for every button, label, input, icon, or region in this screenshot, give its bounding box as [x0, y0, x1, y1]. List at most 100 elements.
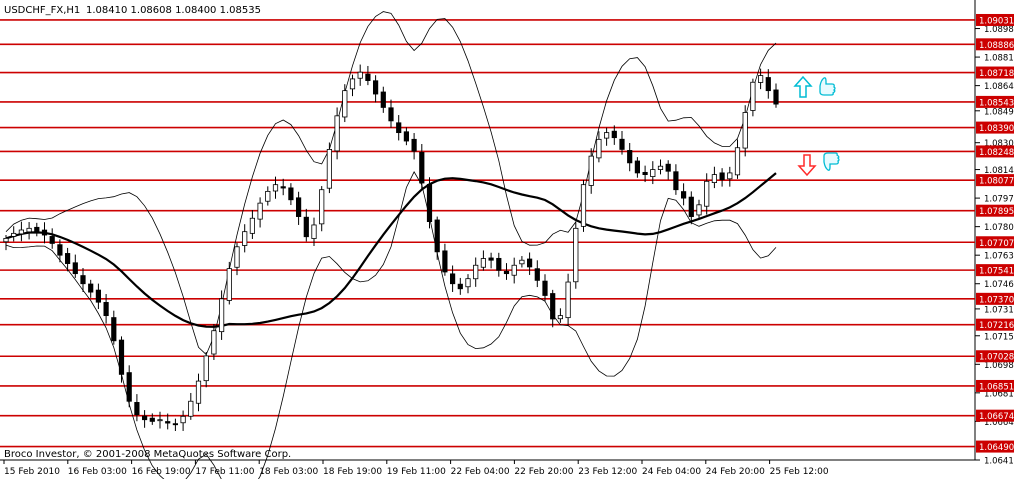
- candle-body: [65, 253, 71, 264]
- candle-body: [280, 186, 286, 189]
- time-tick-label: 24 Feb 04:00: [642, 467, 701, 477]
- candle-body: [272, 184, 279, 192]
- level-tag-label: 1.07216: [979, 321, 1014, 331]
- candle-body: [473, 264, 479, 280]
- price-tick-label: 1.07970: [984, 195, 1014, 205]
- time-tick-label: 23 Feb 12:00: [578, 467, 637, 477]
- candle-body: [288, 187, 294, 201]
- candle-body: [57, 244, 63, 256]
- candle-body: [342, 90, 348, 118]
- time-tick-label: 22 Feb 04:00: [451, 467, 510, 477]
- candle-body: [18, 229, 25, 235]
- candle-body: [411, 138, 417, 152]
- price-tick-label: 1.07800: [984, 223, 1014, 233]
- level-tag-label: 1.06851: [979, 382, 1014, 392]
- time-tick-label: 25 Feb 12:00: [770, 467, 829, 477]
- level-tag-label: 1.07541: [979, 267, 1014, 277]
- chart-window[interactable]: 1.089801.088101.086401.084901.083001.081…: [0, 0, 1014, 483]
- candle-body: [588, 155, 594, 186]
- level-tag-label: 1.08718: [979, 69, 1014, 79]
- price-chart[interactable]: 1.089801.088101.086401.084901.083001.081…: [0, 0, 1014, 483]
- level-tag-label: 1.08886: [979, 41, 1014, 51]
- candle-body: [773, 89, 779, 105]
- copyright-text: Broco Investor, © 2001-2008 MetaQuotes S…: [4, 449, 291, 460]
- candle-body: [257, 202, 263, 220]
- candle-body: [195, 380, 202, 404]
- candle-body: [49, 236, 55, 244]
- candle-body: [403, 131, 410, 142]
- level-tag-label: 1.08077: [979, 177, 1014, 187]
- candle-body: [126, 372, 132, 402]
- candle-body: [642, 171, 648, 175]
- candle-body: [580, 184, 587, 227]
- candle-body: [527, 258, 533, 268]
- candle-body: [758, 75, 764, 83]
- candle-body: [657, 165, 664, 170]
- level-tag-label: 1.06674: [979, 412, 1014, 422]
- candle-body: [149, 417, 155, 422]
- candle-body: [573, 227, 579, 283]
- candle-body: [765, 77, 771, 92]
- candle-body: [688, 196, 694, 217]
- candle-body: [550, 293, 556, 320]
- candle-body: [349, 78, 356, 90]
- ohlc-label: 1.08410 1.08608 1.08400 1.08535: [86, 5, 261, 16]
- candle-body: [34, 226, 40, 233]
- time-tick-label: 19 Feb 11:00: [387, 467, 446, 477]
- candle-body: [503, 270, 510, 275]
- level-tag-label: 1.07028: [979, 353, 1014, 363]
- price-tick-label: 1.07150: [984, 332, 1014, 342]
- candle-body: [596, 138, 602, 159]
- candle-body: [303, 216, 309, 238]
- candle-body: [419, 151, 425, 184]
- candle-body: [380, 91, 386, 108]
- candle-body: [565, 281, 571, 319]
- candle-body: [295, 197, 302, 217]
- price-tick-label: 1.07630: [984, 252, 1014, 262]
- level-tag-label: 1.07370: [979, 295, 1014, 305]
- candle-body: [496, 257, 502, 271]
- candle-body: [11, 232, 17, 237]
- candle-body: [218, 298, 225, 333]
- candle-body: [673, 171, 679, 191]
- candle-body: [72, 262, 78, 275]
- candle-body: [704, 180, 710, 207]
- price-tick-label: 1.08810: [984, 54, 1014, 64]
- level-tag-label: 1.07895: [979, 207, 1014, 217]
- candle-body: [3, 237, 9, 243]
- candle-body: [134, 402, 140, 416]
- candle-body: [326, 149, 333, 189]
- candle-body: [226, 268, 232, 301]
- candle-body: [604, 132, 610, 139]
- candle-body: [480, 258, 487, 268]
- candle-body: [165, 421, 171, 424]
- time-tick-label: 16 Feb 19:00: [132, 467, 191, 477]
- candle-body: [488, 257, 494, 261]
- candle-body: [180, 415, 186, 424]
- candle-body: [203, 355, 209, 382]
- candle-body: [465, 278, 471, 288]
- candle-body: [711, 174, 718, 183]
- candle-body: [665, 163, 671, 172]
- candle-body: [750, 81, 756, 111]
- candle-body: [80, 275, 86, 285]
- candle-body: [172, 423, 178, 426]
- candle-body: [557, 315, 564, 320]
- candle-body: [88, 283, 94, 293]
- time-tick-label: 17 Feb 11:00: [195, 467, 254, 477]
- candle-body: [719, 172, 725, 181]
- candle-body: [434, 219, 440, 253]
- candle-body: [357, 71, 363, 79]
- candle-body: [396, 122, 402, 134]
- candle-body: [157, 419, 163, 422]
- candle-body: [696, 204, 702, 216]
- candle-body: [681, 191, 687, 199]
- candle-body: [542, 280, 548, 296]
- candle-body: [26, 227, 32, 233]
- candle-body: [242, 231, 248, 246]
- candle-body: [611, 130, 617, 139]
- candle-body: [41, 229, 48, 236]
- candle-body: [118, 339, 125, 375]
- candle-body: [319, 189, 325, 225]
- candle-body: [634, 160, 641, 174]
